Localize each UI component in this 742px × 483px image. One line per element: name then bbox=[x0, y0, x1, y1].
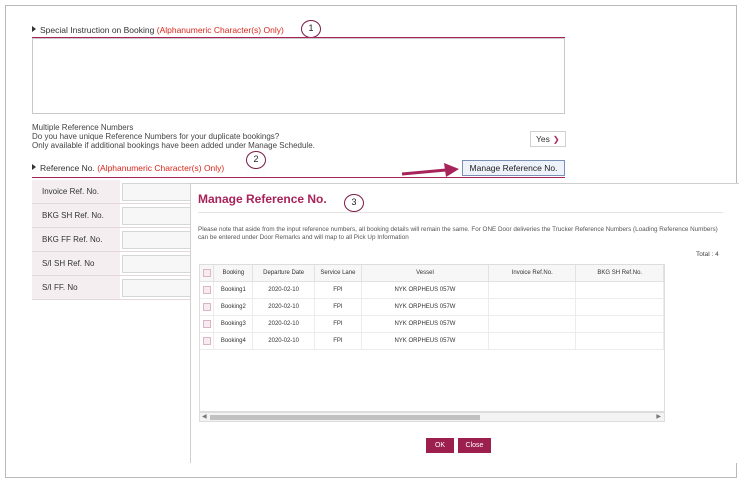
date-cell: 2020-02-10 bbox=[252, 298, 315, 316]
bkg-sh-ref-cell[interactable] bbox=[575, 315, 664, 333]
si-ff-ref-label: S/I FF. No bbox=[32, 276, 120, 299]
col-service-lane: Service Lane bbox=[314, 265, 362, 282]
lane-cell: FPI bbox=[314, 332, 362, 350]
horizontal-scrollbar[interactable]: ◀ ▶ bbox=[199, 412, 665, 422]
lane-cell: FPI bbox=[314, 298, 362, 316]
callout-badge-2: 2 bbox=[246, 151, 266, 169]
date-cell: 2020-02-10 bbox=[252, 281, 315, 299]
invoice-ref-cell[interactable] bbox=[488, 332, 577, 350]
special-instruction-note: (Alphanumeric Character(s) Only) bbox=[156, 25, 284, 35]
si-ff-ref-input[interactable] bbox=[122, 279, 192, 297]
multiple-reference-select[interactable]: Yes ❯ bbox=[530, 131, 566, 147]
table-row[interactable]: Booking2 2020-02-10 FPI NYK ORPHEUS 057W bbox=[200, 298, 664, 316]
close-button[interactable]: Close bbox=[458, 438, 491, 453]
bkg-sh-ref-cell[interactable] bbox=[575, 298, 664, 316]
table-header-row: Booking Departure Date Service Lane Vess… bbox=[200, 265, 664, 282]
modal-title: Manage Reference No. bbox=[198, 192, 327, 206]
table-row[interactable]: Booking4 2020-02-10 FPI NYK ORPHEUS 057W bbox=[200, 332, 664, 350]
col-vessel: Vessel bbox=[361, 265, 490, 282]
reference-no-note: (Alphanumeric Character(s) Only) bbox=[97, 163, 225, 173]
modal-divider bbox=[198, 212, 723, 213]
row-checkbox-cell[interactable] bbox=[200, 332, 215, 350]
expand-triangle-icon bbox=[32, 26, 36, 32]
vessel-cell: NYK ORPHEUS 057W bbox=[361, 332, 490, 350]
ref-row-bkg-ff: BKG FF Ref. No. bbox=[32, 228, 192, 252]
select-all-header[interactable] bbox=[200, 265, 215, 282]
si-sh-ref-label: S/I SH Ref. No bbox=[32, 252, 120, 275]
select-all-checkbox[interactable] bbox=[202, 268, 211, 277]
col-departure-date: Departure Date bbox=[252, 265, 315, 282]
lane-cell: FPI bbox=[314, 315, 362, 333]
ref-row-si-sh: S/I SH Ref. No bbox=[32, 252, 192, 276]
ok-button[interactable]: OK bbox=[426, 438, 454, 453]
booking-grid: Booking Departure Date Service Lane Vess… bbox=[199, 264, 665, 412]
row-checkbox[interactable] bbox=[202, 319, 211, 328]
manage-reference-button[interactable]: Manage Reference No. bbox=[462, 160, 565, 176]
row-checkbox[interactable] bbox=[202, 285, 211, 294]
date-cell: 2020-02-10 bbox=[252, 315, 315, 333]
bkg-sh-ref-cell[interactable] bbox=[575, 332, 664, 350]
col-bkg-sh-ref: BKG SH Ref.No. bbox=[575, 265, 664, 282]
multiple-reference-hint: Only available if additional bookings ha… bbox=[32, 141, 315, 150]
table-row[interactable]: Booking1 2020-02-10 FPI NYK ORPHEUS 057W bbox=[200, 281, 664, 299]
date-cell: 2020-02-10 bbox=[252, 332, 315, 350]
multiple-reference-text: Multiple Reference Numbers Do you have u… bbox=[32, 123, 315, 150]
invoice-ref-cell[interactable] bbox=[488, 281, 577, 299]
row-checkbox[interactable] bbox=[202, 336, 211, 345]
row-checkbox[interactable] bbox=[202, 302, 211, 311]
bkg-sh-ref-input[interactable] bbox=[122, 207, 192, 225]
booking-cell: Booking4 bbox=[213, 332, 254, 350]
bkg-ff-ref-input[interactable] bbox=[122, 231, 192, 249]
invoice-ref-cell[interactable] bbox=[488, 298, 577, 316]
select-value: Yes bbox=[536, 134, 550, 144]
scroll-right-icon[interactable]: ▶ bbox=[656, 413, 661, 420]
col-invoice-ref: Invoice Ref.No. bbox=[488, 265, 577, 282]
pointer-arrow-icon bbox=[400, 160, 460, 180]
bkg-sh-ref-label: BKG SH Ref. No. bbox=[32, 204, 120, 227]
special-instruction-label: Special Instruction on Booking bbox=[40, 25, 155, 35]
booking-cell: Booking3 bbox=[213, 315, 254, 333]
total-count: Total : 4 bbox=[696, 251, 719, 258]
ref-row-invoice: Invoice Ref. No. bbox=[32, 180, 192, 204]
booking-cell: Booking1 bbox=[213, 281, 254, 299]
multiple-reference-heading: Multiple Reference Numbers bbox=[32, 123, 134, 132]
ref-row-si-ff: S/I FF. No bbox=[32, 276, 192, 300]
invoice-ref-label: Invoice Ref. No. bbox=[32, 180, 120, 203]
bkg-ff-ref-label: BKG FF Ref. No. bbox=[32, 228, 120, 251]
row-checkbox-cell[interactable] bbox=[200, 281, 215, 299]
modal-note: Please note that aside from the input re… bbox=[198, 226, 718, 241]
scroll-left-icon[interactable]: ◀ bbox=[202, 413, 207, 420]
manage-reference-modal: Manage Reference No. 3 Please note that … bbox=[190, 183, 739, 463]
row-checkbox-cell[interactable] bbox=[200, 298, 215, 316]
reference-fields: Invoice Ref. No. BKG SH Ref. No. BKG FF … bbox=[32, 180, 192, 300]
expand-triangle-icon bbox=[32, 164, 36, 170]
reference-no-title[interactable]: Reference No. (Alphanumeric Character(s)… bbox=[32, 163, 224, 173]
ref-row-bkg-sh: BKG SH Ref. No. bbox=[32, 204, 192, 228]
lane-cell: FPI bbox=[314, 281, 362, 299]
multiple-reference-question: Do you have unique Reference Numbers for… bbox=[32, 132, 280, 141]
callout-badge-3: 3 bbox=[344, 194, 364, 212]
bkg-sh-ref-cell[interactable] bbox=[575, 281, 664, 299]
reference-no-label: Reference No. bbox=[40, 163, 95, 173]
vessel-cell: NYK ORPHEUS 057W bbox=[361, 281, 490, 299]
scrollbar-thumb[interactable] bbox=[210, 415, 480, 420]
invoice-ref-cell[interactable] bbox=[488, 315, 577, 333]
booking-cell: Booking2 bbox=[213, 298, 254, 316]
chevron-down-icon: ❯ bbox=[552, 135, 560, 144]
booking-table: Booking Departure Date Service Lane Vess… bbox=[200, 265, 664, 350]
section-divider bbox=[32, 177, 565, 178]
special-instruction-title[interactable]: Special Instruction on Booking (Alphanum… bbox=[32, 25, 284, 35]
row-checkbox-cell[interactable] bbox=[200, 315, 215, 333]
vessel-cell: NYK ORPHEUS 057W bbox=[361, 298, 490, 316]
table-row[interactable]: Booking3 2020-02-10 FPI NYK ORPHEUS 057W bbox=[200, 315, 664, 333]
special-instruction-textarea[interactable] bbox=[32, 38, 565, 114]
vessel-cell: NYK ORPHEUS 057W bbox=[361, 315, 490, 333]
invoice-ref-input[interactable] bbox=[122, 183, 192, 201]
col-booking: Booking bbox=[213, 265, 254, 282]
si-sh-ref-input[interactable] bbox=[122, 255, 192, 273]
callout-badge-1: 1 bbox=[301, 20, 321, 38]
